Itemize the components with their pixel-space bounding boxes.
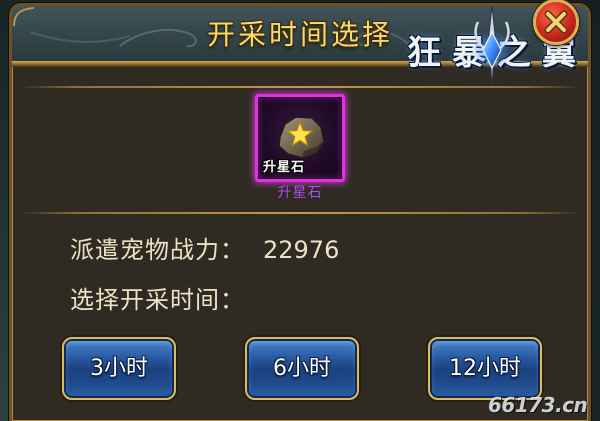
reward-item-name: 升星石 <box>277 185 323 201</box>
item-slot-caption: 升星石 <box>263 160 306 175</box>
close-button[interactable] <box>533 0 579 45</box>
pet-power-row: 派遣宠物战力： 22976 <box>70 236 339 264</box>
close-x-stroke <box>546 12 566 32</box>
divider-middle <box>20 212 580 214</box>
duration-3h-button[interactable]: 3小时 <box>62 337 176 400</box>
winged-crystal-emblem-icon <box>472 5 512 89</box>
reward-item-slot[interactable]: 升星石 <box>255 94 345 182</box>
divider-top <box>20 86 580 88</box>
close-x-icon <box>544 10 568 34</box>
site-watermark: 66173.cn <box>488 393 588 417</box>
duration-6h-button[interactable]: 6小时 <box>245 337 359 400</box>
pet-power-label: 派遣宠物战力： <box>70 236 245 264</box>
mining-time-dialog: 开采时间选择 狂暴之翼 <box>0 0 600 421</box>
pet-power-value: 22976 <box>263 236 340 264</box>
select-time-label: 选择开采时间： <box>70 286 245 314</box>
duration-12h-button[interactable]: 12小时 <box>428 337 542 400</box>
